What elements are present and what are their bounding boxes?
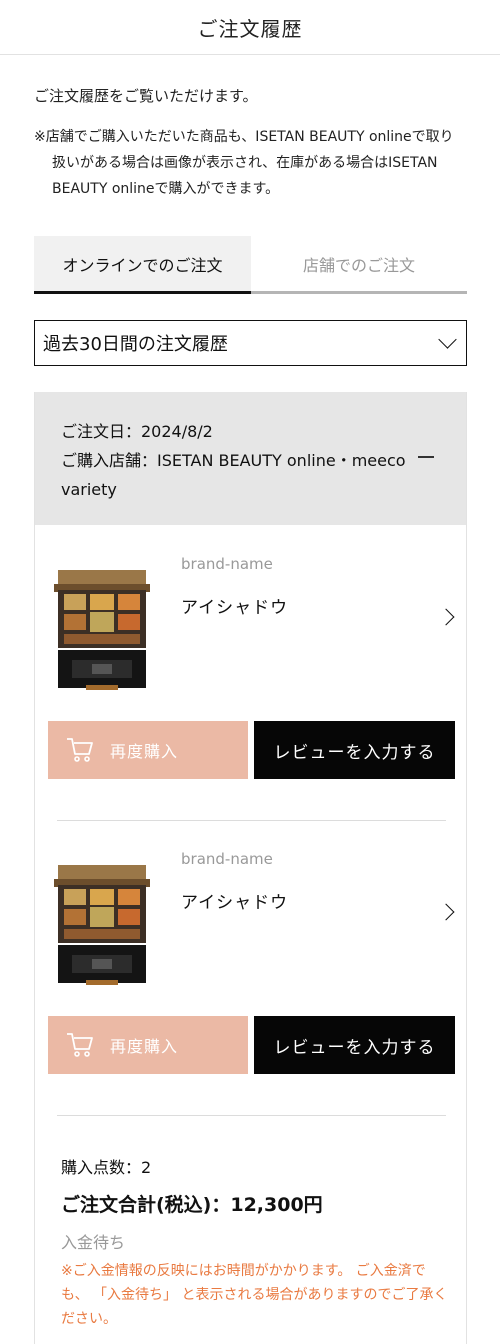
order-summary: 購入点数：2 ご注文合計(税込)：12,300円 入金待ち ※ご入金情報の反映に… — [61, 1154, 451, 1331]
tab-store-orders[interactable]: 店舗でのご注文 — [251, 236, 467, 294]
order-total: ご注文合計(税込)：12,300円 — [61, 1194, 323, 1216]
payment-notice: ※ご入金情報の反映にはお時間がかかります。 ご入金済でも、 「入金待ち」 と表示… — [61, 1263, 448, 1327]
order-card: ご注文日：2024/8/2 ご購入店舗：ISETAN BEAUTY online… — [34, 392, 467, 1344]
rebuy-button[interactable]: 再度購入 — [48, 721, 248, 779]
cart-icon — [67, 738, 93, 762]
page-header: ご注文履歴 — [0, 0, 500, 55]
product-name[interactable]: アイシャドウ — [181, 593, 288, 618]
period-select-value: 過去30日間の注文履歴 — [43, 334, 228, 355]
review-button[interactable]: レビューを入力する — [254, 721, 455, 779]
product-name[interactable]: アイシャドウ — [181, 888, 288, 913]
collapse-icon[interactable] — [418, 456, 434, 458]
chevron-right-icon[interactable] — [437, 608, 455, 626]
purchase-count: 購入点数：2 — [61, 1158, 152, 1177]
rebuy-label: 再度購入 — [110, 742, 179, 761]
order-item: brand-name アイシャドウ 再度購入 レビューを入力する — [35, 525, 468, 825]
order-item: brand-name アイシャドウ 再度購入 レビューを入力する — [35, 820, 468, 1120]
chevron-down-icon — [438, 329, 457, 349]
order-date: ご注文日：2024/8/2 — [61, 422, 213, 441]
intro-section: ご注文履歴をご覧いただけます。 ※店舗でご購入いただいた商品も、ISETAN B… — [0, 55, 500, 202]
rebuy-label: 再度購入 — [110, 1037, 179, 1056]
tab-online-orders[interactable]: オンラインでのご注文 — [34, 236, 251, 294]
product-brand: brand-name — [181, 850, 273, 868]
order-tabs: オンラインでのご注文 店舗でのご注文 — [34, 236, 467, 294]
review-button[interactable]: レビューを入力する — [254, 1016, 455, 1074]
period-select[interactable]: 過去30日間の注文履歴 — [34, 320, 467, 366]
rebuy-button[interactable]: 再度購入 — [48, 1016, 248, 1074]
item-divider — [57, 1115, 446, 1116]
cart-icon — [67, 1033, 93, 1057]
chevron-right-icon[interactable] — [437, 903, 455, 921]
order-shop: ご購入店舗：ISETAN BEAUTY online・meeco variety — [61, 451, 406, 499]
eyeshadow-product-image[interactable] — [54, 570, 150, 690]
page-title: ご注文履歴 — [197, 16, 303, 41]
intro-text: ご注文履歴をご覧いただけます。 — [34, 87, 258, 105]
order-header[interactable]: ご注文日：2024/8/2 ご購入店舗：ISETAN BEAUTY online… — [35, 392, 466, 525]
store-purchase-note: ※店舗でご購入いただいた商品も、ISETAN BEAUTY onlineで取り扱… — [34, 129, 454, 197]
eyeshadow-product-image[interactable] — [54, 865, 150, 985]
payment-status: 入金待ち — [61, 1233, 126, 1252]
product-brand: brand-name — [181, 555, 273, 573]
